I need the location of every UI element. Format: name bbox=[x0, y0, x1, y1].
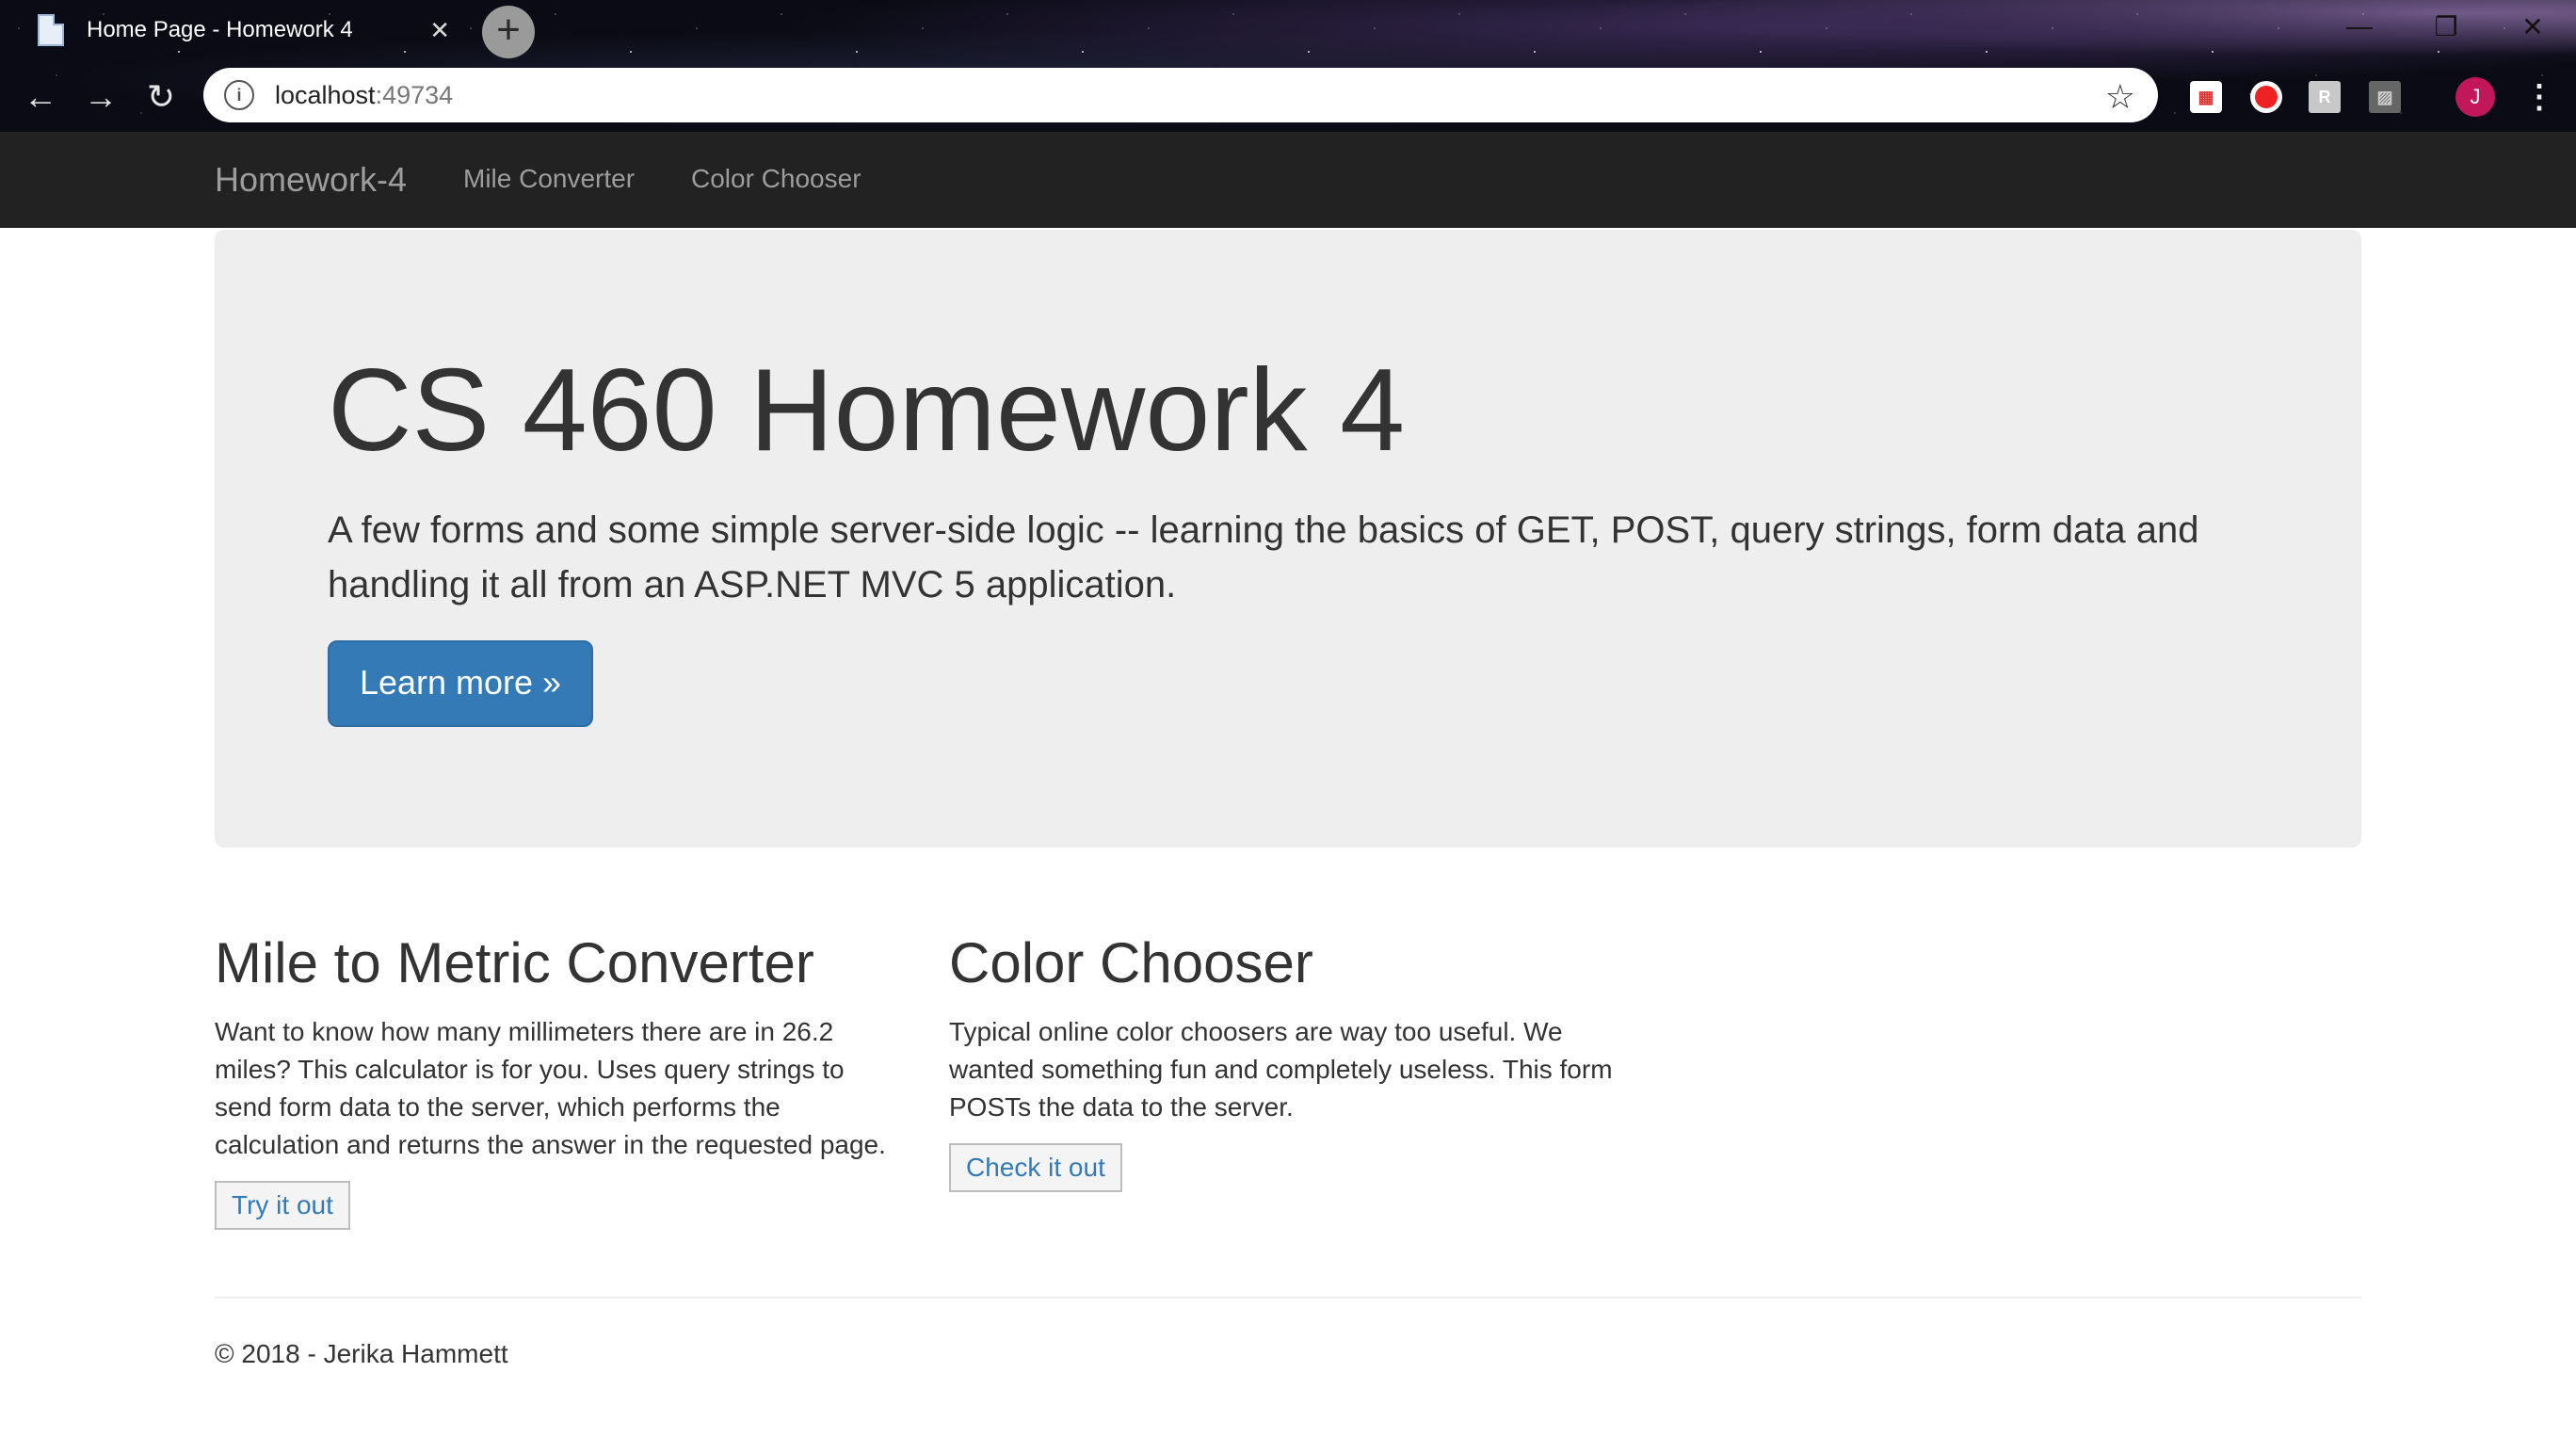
restore-button[interactable]: ❐ bbox=[2403, 0, 2489, 53]
minimize-button[interactable]: — bbox=[2316, 0, 2403, 53]
navbar-brand[interactable]: Homework-4 bbox=[215, 160, 407, 200]
browser-chrome: Home Page - Homework 4 ✕ + — ❐ ✕ ← → ↻ i… bbox=[0, 0, 2576, 132]
image-extension-icon[interactable]: ▨ bbox=[2369, 81, 2401, 113]
new-tab-button[interactable]: + bbox=[482, 6, 535, 58]
reload-button[interactable]: ↻ bbox=[137, 73, 185, 121]
browser-toolbar: ← → ↻ i localhost:49734 ☆ ▦ R ▨ J ⋮ bbox=[0, 64, 2576, 130]
back-button[interactable]: ← bbox=[17, 73, 64, 121]
address-bar[interactable]: i localhost:49734 ☆ bbox=[203, 68, 2158, 122]
profile-avatar[interactable]: J bbox=[2455, 77, 2495, 117]
adblock-extension-icon[interactable] bbox=[2250, 81, 2282, 113]
section-text: Typical online color choosers are way to… bbox=[949, 1017, 1613, 1122]
calendar-extension-icon[interactable]: ▦ bbox=[2190, 81, 2222, 113]
page-title: CS 460 Homework 4 bbox=[328, 346, 1406, 476]
site-info-icon[interactable]: i bbox=[224, 80, 254, 110]
reader-extension-icon[interactable]: R bbox=[2309, 81, 2341, 113]
browser-menu-icon[interactable]: ⋮ bbox=[2523, 73, 2555, 121]
section-heading: Mile to Metric Converter bbox=[215, 931, 814, 994]
forward-button[interactable]: → bbox=[77, 73, 124, 121]
color-chooser-section: Color Chooser Typical online color choos… bbox=[949, 932, 1636, 1192]
tab-close-icon[interactable]: ✕ bbox=[429, 16, 450, 45]
page-favicon-icon bbox=[38, 14, 64, 46]
section-heading: Color Chooser bbox=[949, 931, 1313, 994]
check-it-out-button[interactable]: Check it out bbox=[949, 1143, 1122, 1192]
window-controls: — ❐ ✕ bbox=[2316, 0, 2576, 53]
url-host: localhost bbox=[275, 80, 376, 109]
nav-link-color-chooser[interactable]: Color Chooser bbox=[691, 164, 861, 194]
jumbotron: CS 460 Homework 4 A few forms and some s… bbox=[215, 230, 2361, 848]
lead-text: A few forms and some simple server-side … bbox=[328, 509, 2199, 605]
close-window-button[interactable]: ✕ bbox=[2489, 0, 2576, 53]
nav-link-mile-converter[interactable]: Mile Converter bbox=[463, 164, 635, 194]
site-navbar: Homework-4 Mile Converter Color Chooser bbox=[0, 132, 2576, 228]
learn-more-button[interactable]: Learn more » bbox=[328, 640, 593, 727]
footer-text: © 2018 - Jerika Hammett bbox=[215, 1339, 508, 1368]
try-it-out-button[interactable]: Try it out bbox=[215, 1181, 350, 1230]
tab-title: Home Page - Homework 4 bbox=[87, 17, 353, 42]
section-text: Want to know how many millimeters there … bbox=[215, 1017, 886, 1159]
footer-divider bbox=[215, 1297, 2361, 1299]
mile-converter-section: Mile to Metric Converter Want to know ho… bbox=[215, 932, 902, 1230]
bookmark-star-icon[interactable]: ☆ bbox=[2105, 77, 2135, 117]
url-port: :49734 bbox=[375, 80, 454, 109]
browser-tab[interactable]: Home Page - Homework 4 ✕ bbox=[17, 0, 469, 60]
